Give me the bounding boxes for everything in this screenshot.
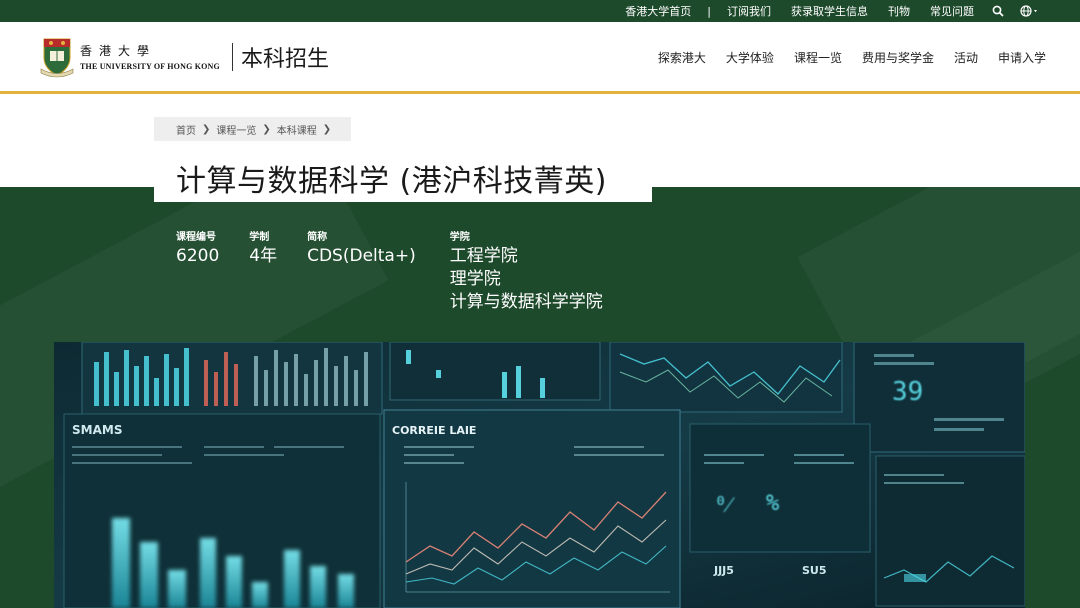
fact-school: 学院 工程学院 理学院 计算与数据科学学院: [450, 232, 603, 313]
nav-explore-hku[interactable]: 探索港大: [658, 49, 706, 66]
link-publications[interactable]: 刊物: [878, 3, 920, 19]
fact-abbr-value: CDS(Delta+): [307, 246, 416, 266]
search-icon[interactable]: [984, 5, 1012, 17]
nav-apply[interactable]: 申请入学: [998, 49, 1046, 66]
link-admitted-students[interactable]: 获录取学生信息: [781, 3, 878, 19]
logo-block[interactable]: 香港大學 THE UNIVERSITY OF HONG KONG 本科招生: [40, 36, 329, 78]
site-header: 香港大學 THE UNIVERSITY OF HONG KONG 本科招生 探索…: [0, 22, 1080, 94]
chevron-right-icon: ❯: [262, 123, 271, 135]
hero-label-upper-right: 39: [892, 377, 923, 407]
svg-text:%: %: [766, 491, 779, 516]
fact-code-label: 课程编号: [176, 232, 216, 243]
breadcrumb-programmes[interactable]: 课程一览: [216, 122, 256, 137]
hero-label-left: SMAMS: [72, 423, 122, 437]
chevron-right-icon: ❯: [202, 123, 211, 135]
page-title: 计算与数据科学 (港沪科技菁英): [176, 164, 607, 199]
site-title[interactable]: 本科招生: [241, 41, 329, 73]
university-name: 香港大學 THE UNIVERSITY OF HONG KONG: [80, 44, 220, 71]
main-nav: 探索港大 大学体验 课程一览 费用与奖学金 活动 申请入学: [658, 49, 1046, 66]
fact-duration: 学制 4年: [249, 232, 277, 313]
fact-duration-value: 4年: [249, 246, 278, 266]
nav-programmes[interactable]: 课程一览: [794, 49, 842, 66]
fact-school-label: 学院: [449, 232, 470, 243]
nav-fees-scholarships[interactable]: 费用与奖学金: [862, 49, 934, 66]
school-item[interactable]: 工程学院: [450, 246, 603, 267]
breadcrumb-home[interactable]: 首页: [176, 122, 196, 137]
fact-abbr-label: 简称: [307, 232, 328, 243]
course-facts: 课程编号 6200 学制 4年 简称 CDS(Delta+) 学院 工程学院 理…: [176, 232, 633, 313]
hero-label-bottom-1: JJJ5: [713, 564, 734, 577]
fact-code-value: 6200: [176, 246, 220, 266]
nav-university-experience[interactable]: 大学体验: [726, 49, 774, 66]
hero-label-center: CORREIE LAIE: [392, 424, 476, 437]
fact-abbr: 简称 CDS(Delta+): [307, 232, 416, 313]
globe-icon[interactable]: [1012, 5, 1048, 17]
link-subscribe[interactable]: 订阅我们: [717, 3, 781, 19]
utility-bar: 香港大学首页 | 订阅我们 获录取学生信息 刊物 常见问题: [0, 0, 1080, 22]
breadcrumb-undergraduate[interactable]: 本科课程: [277, 122, 317, 137]
hero-image: 39 SMAMS CORREIE LAIE ⁰⁄ % JJJ5 SU5: [54, 342, 1025, 608]
page-title-box: 计算与数据科学 (港沪科技菁英): [154, 149, 652, 202]
hku-crest-icon: [40, 38, 74, 78]
hero-label-bottom-2: SU5: [802, 564, 827, 577]
utility-links: 香港大学首页 | 订阅我们 获录取学生信息 刊物 常见问题: [615, 0, 1048, 22]
school-item[interactable]: 理学院: [450, 269, 603, 290]
fact-code: 课程编号 6200: [176, 232, 219, 313]
university-name-cn: 香港大學: [80, 43, 157, 58]
link-faq[interactable]: 常见问题: [920, 3, 984, 19]
breadcrumb: 首页 ❯ 课程一览 ❯ 本科课程 ❯: [154, 117, 352, 141]
chevron-right-icon: ❯: [322, 123, 332, 135]
nav-events[interactable]: 活动: [954, 49, 978, 66]
utility-separator: |: [707, 4, 711, 18]
fact-duration-label: 学制: [249, 232, 270, 243]
university-name-en: THE UNIVERSITY OF HONG KONG: [80, 61, 220, 71]
link-hku-home[interactable]: 香港大学首页: [615, 3, 701, 19]
school-item[interactable]: 计算与数据科学学院: [450, 292, 603, 313]
header-divider: [231, 43, 233, 71]
